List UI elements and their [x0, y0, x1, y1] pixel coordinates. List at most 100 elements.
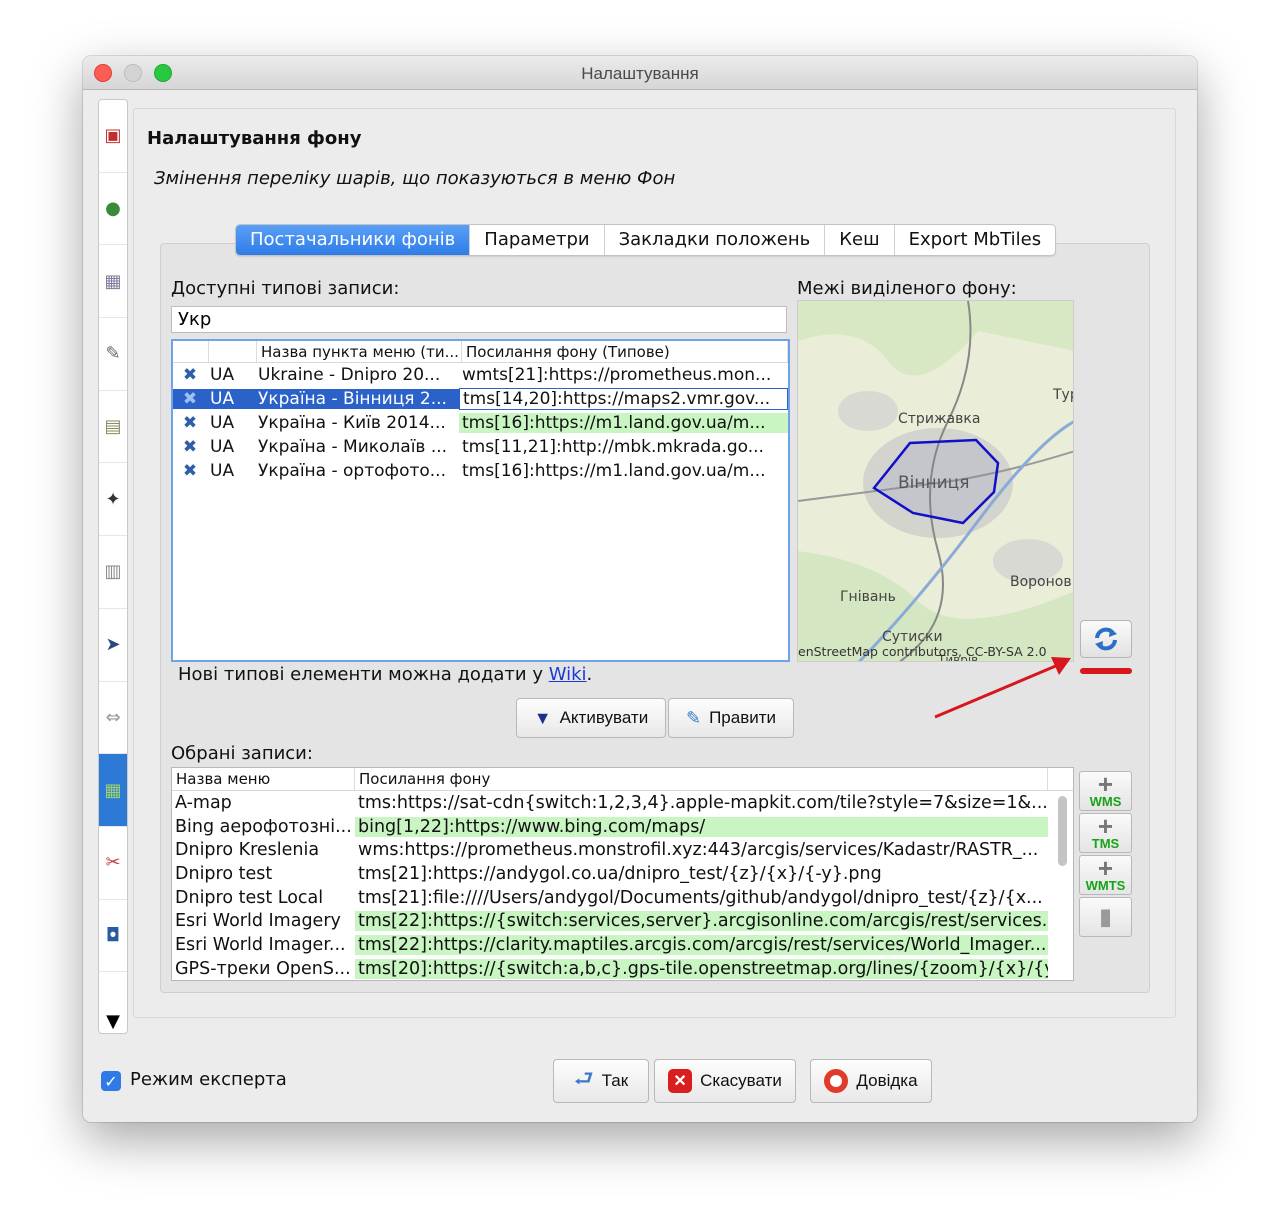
table-row[interactable]: ✖ UA Україна - Миколаїв ... tms[11,21]:h…	[173, 435, 788, 459]
add-tms-label: TMS	[1091, 835, 1120, 851]
refresh-map-button[interactable]	[1080, 620, 1132, 658]
tab-imagery-providers[interactable]: Постачальники фонів	[236, 225, 471, 255]
wiki-link[interactable]: Wiki	[549, 664, 587, 685]
table-row[interactable]: Dnipro Kreslenia wms:https://prometheus.m…	[172, 838, 1073, 862]
row-url: tms[14,20]:https://maps2.vmr.gov...	[459, 388, 788, 410]
row-url: tms[21]:file:////Users/andygol/Documents…	[358, 887, 1043, 908]
row-name: Dnipro test Local	[175, 887, 324, 908]
imagery-icon: ▦	[104, 779, 122, 801]
sidebar-item-validator[interactable]: ◘	[99, 900, 127, 973]
add-wms-label: WMS	[1089, 793, 1122, 809]
row-name: Esri World Imagery	[175, 911, 341, 932]
add-wmts-label: WMTS	[1085, 877, 1126, 893]
settings-window: Налаштування ▣ ● ▦ ✎ ▤ ✦ ▥ ➤ ⇔ ▦ ✂ ◘ ▼ Н…	[83, 56, 1197, 1122]
activate-button[interactable]: ▼ Активувати	[516, 698, 666, 738]
bounds-label: Межі виділеного фону:	[797, 278, 1017, 299]
edit-icon: ✎	[685, 707, 702, 728]
column-header-name[interactable]: Назва пункта меню (ти...	[257, 341, 462, 362]
table-row[interactable]: Esri World Imagery tms[22]:https://{switc…	[172, 909, 1073, 933]
imagery-type-icon: ✖	[182, 365, 198, 385]
table-row[interactable]: Dnipro test Local tms[21]:file:////Users/…	[172, 886, 1073, 910]
ok-button-label: Так	[601, 1071, 629, 1090]
table-row[interactable]: ✖ UA Україна - Київ 2014... tms[16]:http…	[173, 411, 788, 435]
sidebar-item-plugins[interactable]: ✦	[99, 463, 127, 537]
help-button-label: Довідка	[856, 1071, 918, 1090]
cancel-icon: ✕	[668, 1069, 693, 1093]
lifebuoy-icon	[824, 1069, 849, 1093]
sidebar-item-display[interactable]: ▦	[99, 245, 127, 319]
row-name: GPS-треки OpenS...	[175, 958, 351, 979]
ok-arrow-icon: ⮐	[573, 1066, 594, 1091]
preferences-icon: ▣	[104, 125, 122, 147]
column-header-url[interactable]: Посилання фону	[355, 768, 1048, 790]
drawing-icon: ✎	[105, 343, 121, 365]
table-row[interactable]: Dnipro test tms[21]:https://andygol.co.ua…	[172, 862, 1073, 886]
edit-button[interactable]: ✎ Правити	[668, 698, 794, 738]
bounds-map[interactable]: Стрижавка Вінниця Тур Воронов Гнівань Су…	[797, 300, 1074, 662]
row-name: Україна - Вінниця 2...	[255, 389, 459, 409]
selected-entries-label: Обрані записи:	[171, 743, 313, 764]
row-url: tms[21]:https://andygol.co.ua/dnipro_tes…	[358, 863, 882, 884]
row-name: Україна - Миколаїв ...	[258, 437, 448, 457]
sidebar-item-presets[interactable]: ▤	[99, 391, 127, 464]
tab-settings[interactable]: Параметри	[470, 225, 605, 255]
filter-input[interactable]	[171, 306, 787, 333]
imagery-type-icon: ✖	[182, 461, 198, 481]
cancel-button[interactable]: ✕ Скасувати	[654, 1059, 796, 1103]
sidebar-item-imagery[interactable]: ▦	[99, 754, 127, 827]
expert-mode-checkbox[interactable]: ✓	[101, 1071, 121, 1091]
cancel-button-label: Скасувати	[700, 1071, 782, 1090]
sidebar-item-drawing[interactable]: ✎	[99, 318, 127, 391]
selected-entries-table[interactable]: Назва меню Посилання фону A-map tms:https…	[171, 767, 1074, 981]
row-url: tms[16]:https://m1.land.gov.ua/m...	[462, 461, 766, 481]
settings-sidebar: ▣ ● ▦ ✎ ▤ ✦ ▥ ➤ ⇔ ▦ ✂ ◘	[98, 99, 128, 1034]
sidebar-item-advanced[interactable]: ✂	[99, 827, 127, 900]
column-header-url[interactable]: Посилання фону (Типове)	[462, 341, 788, 362]
row-url: tms[16]:https://m1.land.gov.ua/m...	[459, 413, 788, 433]
row-url: tms[22]:https://clarity.maptiles.arcgis.…	[355, 934, 1048, 955]
row-name: Dnipro Kreslenia	[175, 840, 320, 861]
ok-button[interactable]: ⮐ Так	[553, 1059, 649, 1103]
row-name: Dnipro test	[175, 863, 273, 884]
wiki-hint-dot: .	[586, 664, 593, 685]
row-name: Esri World Imager...	[175, 934, 346, 955]
row-url: bing[1,22]:https://www.bing.com/maps/	[355, 816, 1048, 837]
sidebar-item-connection[interactable]: ●	[99, 173, 127, 246]
remote-icon: ⇔	[105, 706, 121, 728]
column-header-country[interactable]	[209, 341, 257, 362]
tab-bookmarks[interactable]: Закладки положень	[605, 225, 826, 255]
delete-entry-button[interactable]: ▮	[1079, 897, 1132, 937]
imagery-type-icon: ✖	[173, 389, 207, 409]
vertical-scrollbar[interactable]	[1058, 796, 1067, 866]
expert-mode-label: Режим експерта	[130, 1069, 287, 1090]
column-header-icon[interactable]	[173, 341, 209, 362]
table-row[interactable]: Esri World Imager... tms[22]:https://clar…	[172, 933, 1073, 957]
sidebar-item-filters[interactable]: ▥	[99, 536, 127, 609]
presets-icon: ▤	[104, 416, 122, 438]
column-header-menu-name[interactable]: Назва меню	[172, 768, 355, 790]
tab-export-mbtiles[interactable]: Export MbTiles	[895, 225, 1055, 255]
sidebar-item-shortcuts[interactable]: ➤	[99, 609, 127, 682]
tab-cache[interactable]: Кеш	[825, 225, 895, 255]
validator-icon: ◘	[105, 924, 121, 946]
table-row[interactable]: ✖ UA Ukraine - Dnipro 20... wmts[21]:htt…	[173, 363, 788, 387]
available-entries-table[interactable]: Назва пункта меню (ти... Посилання фону …	[171, 339, 790, 662]
imagery-type-icon: ✖	[182, 437, 198, 457]
row-country: UA	[210, 437, 235, 457]
table-row[interactable]: Bing аерофотозні... bing[1,22]:https://ww…	[172, 815, 1073, 839]
table-row-selected[interactable]: ✖ UA Україна - Вінниця 2... tms[14,20]:h…	[173, 387, 788, 411]
sidebar-scroll-down-icon[interactable]: ▼	[98, 1009, 128, 1034]
map-label-stryzhavka: Стрижавка	[898, 411, 980, 427]
table-header: Назва меню Посилання фону	[172, 768, 1073, 791]
table-row[interactable]: A-map tms:https://sat-cdn{switch:1,2,3,4}…	[172, 791, 1073, 815]
page-subtitle: Змінення переліку шарів, що показуються …	[154, 168, 676, 189]
add-wms-button[interactable]: + WMS	[1079, 771, 1132, 811]
add-tms-button[interactable]: + TMS	[1079, 813, 1132, 853]
table-row[interactable]: GPS-треки OpenS... tms[20]:https://{switc…	[172, 957, 1073, 980]
add-wmts-button[interactable]: + WMTS	[1079, 855, 1132, 895]
sidebar-item-preferences[interactable]: ▣	[99, 100, 127, 173]
sidebar-item-remote[interactable]: ⇔	[99, 682, 127, 755]
help-button[interactable]: Довідка	[810, 1059, 932, 1103]
table-row[interactable]: ✖ UA Україна - ортофото... tms[16]:https…	[173, 459, 788, 483]
row-url: tms[22]:https://{switch:services,server}…	[355, 911, 1048, 932]
